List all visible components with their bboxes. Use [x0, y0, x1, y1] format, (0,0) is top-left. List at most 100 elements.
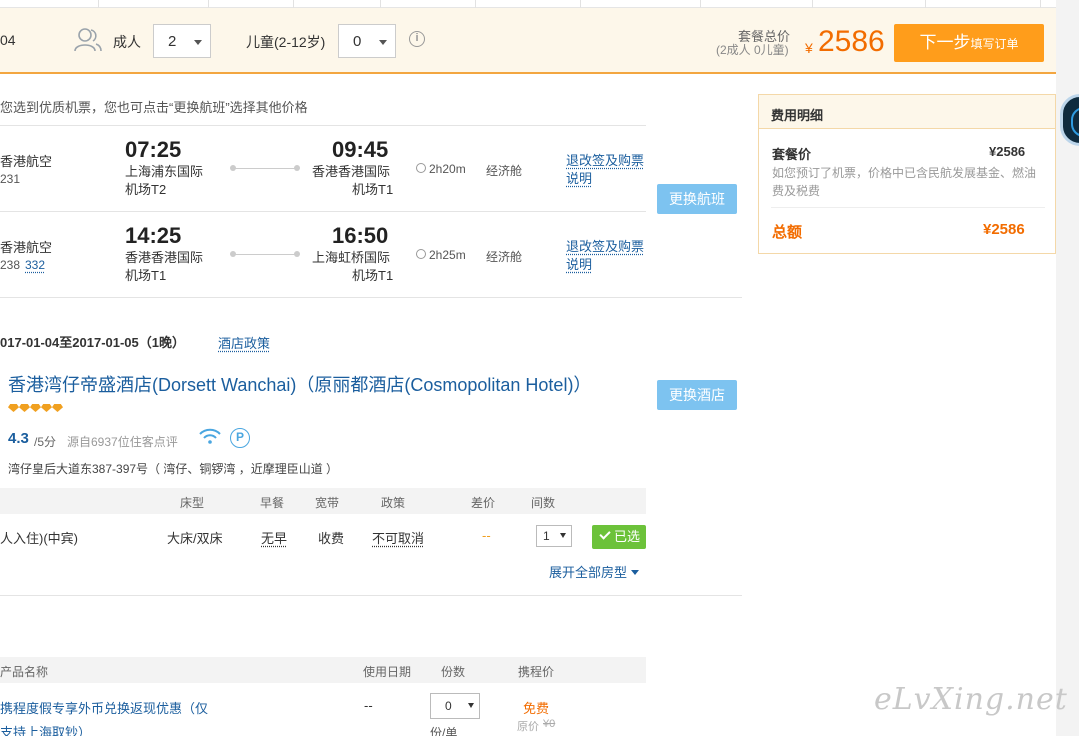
change-flight-button[interactable]: 更换航班 [657, 184, 737, 214]
arrival-airport-line2: 机场T1 [352, 181, 393, 199]
col-rooms: 间数 [531, 494, 555, 511]
booking-bar: 04 成人 2 儿童(2-12岁) 0 i 套餐总价 (2成人 0儿童) ¥ 2… [0, 8, 1056, 74]
route-line [233, 168, 297, 169]
refund-rules-link-cont[interactable]: 说明 [566, 256, 592, 274]
total-price-value: 2586 [818, 25, 885, 59]
child-count-select[interactable]: 0 [338, 24, 396, 58]
col-policy: 政策 [381, 494, 405, 511]
hotel-rating-diamonds [8, 400, 63, 415]
change-hotel-button[interactable]: 更换酒店 [657, 380, 737, 410]
col-breakfast: 早餐 [260, 494, 284, 511]
next-step-button[interactable]: 下一步填写订单 [894, 24, 1044, 62]
selected-room-button[interactable]: 已选 [592, 525, 646, 549]
extra-qty-value: 0 [445, 699, 452, 713]
col-broadband: 宽带 [315, 494, 339, 511]
departure-airport-line1: 香港香港国际 [125, 249, 203, 267]
room-price-diff: -- [482, 528, 491, 543]
divider [0, 211, 646, 212]
extra-qty-select[interactable]: 0 [430, 693, 480, 719]
departure-time: 14:25 [125, 223, 181, 249]
top-strip [0, 0, 1056, 8]
departure-airport-line2: 机场T2 [125, 181, 166, 199]
expand-label: 展开全部房型 [549, 565, 627, 580]
child-count-value: 0 [353, 33, 361, 50]
divider [0, 595, 742, 596]
hotel-address: 湾仔皇后大道东387-397号（ 湾仔、铜锣湾 ，近摩理臣山道 ） [8, 460, 338, 477]
flight-notice: 您选到优质机票，您也可点击“更换航班”选择其他价格 [0, 97, 308, 116]
clock-icon [416, 163, 426, 173]
col-date: 使用日期 [363, 663, 411, 680]
airline-name: 香港航空 [0, 151, 52, 170]
room-name: 人入住)(中宾) [0, 528, 78, 547]
total-label: 总额 [772, 221, 802, 242]
info-icon[interactable]: i [409, 31, 425, 47]
chevron-down-icon [194, 40, 202, 45]
watermark: eLvXing.net [874, 682, 1068, 717]
route-line [233, 254, 297, 255]
diamond-icon [19, 404, 30, 412]
travel-date: 04 [0, 32, 16, 48]
divider [0, 125, 646, 126]
people-icon [74, 27, 102, 53]
departure-time: 07:25 [125, 137, 181, 163]
diamond-icon [30, 404, 41, 412]
flight-duration: 2h25m [429, 248, 466, 262]
adult-label: 成人 [113, 32, 141, 52]
fee-note: 如您预订了机票，价格中已含民航发展基金、燃油费及税费 [772, 164, 1047, 200]
diamond-icon [41, 404, 52, 412]
fee-detail-panel: 费用明细 套餐价 ¥2586 如您预订了机票，价格中已含民航发展基金、燃油费及税… [758, 94, 1056, 254]
extra-price: 免费 [523, 698, 549, 717]
hotel-review-count: 源自6937位住客点评 [67, 433, 178, 450]
airline-name: 香港航空 [0, 237, 52, 256]
chevron-down-icon [468, 703, 474, 708]
divider [0, 297, 742, 298]
parking-icon: P [230, 428, 250, 448]
hotel-stay-dates: 017-01-04至2017-01-05（1晚） [0, 332, 185, 351]
room-count-select[interactable]: 1 [536, 525, 572, 547]
arrival-airport-line2: 机场T1 [352, 267, 393, 285]
expand-room-types-link[interactable]: 展开全部房型 [549, 562, 639, 581]
diamond-icon [8, 404, 19, 412]
col-qty: 份数 [441, 663, 465, 680]
hotel-policy-link[interactable]: 酒店政策 [218, 333, 270, 352]
child-label: 儿童(2-12岁) [246, 32, 325, 52]
divider [771, 207, 1045, 208]
hotel-score-max: /5分 [34, 433, 56, 450]
extra-orig-label: 原价 [517, 718, 539, 734]
arrival-airport-line1: 香港香港国际 [312, 163, 390, 181]
next-step-label: 下一步 [919, 33, 970, 52]
extra-date: -- [364, 698, 373, 713]
room-table-header: 床型 早餐 宽带 政策 差价 间数 [0, 488, 646, 514]
room-bed: 大床/双床 [167, 528, 223, 547]
package-price-label: 套餐价 [772, 144, 811, 163]
refund-rules-link[interactable]: 退改签及购票 [566, 238, 644, 256]
refund-rules-link-cont[interactable]: 说明 [566, 170, 592, 188]
hotel-score: 4.3 [8, 430, 29, 447]
chevron-down-icon [631, 570, 639, 575]
adult-count-select[interactable]: 2 [153, 24, 211, 58]
flight-number: 238 [0, 258, 20, 272]
extra-product-name[interactable]: 携程度假专享外币兑换返现优惠（仅 [0, 698, 208, 717]
room-policy-link[interactable]: 不可取消 [372, 528, 424, 547]
arrival-airport-line1: 上海虹桥国际 [312, 249, 390, 267]
col-product: 产品名称 [0, 663, 48, 680]
wifi-icon [199, 428, 221, 444]
fee-panel-title: 费用明细 [759, 95, 1055, 129]
departure-airport-line1: 上海浦东国际 [125, 163, 203, 181]
room-breakfast[interactable]: 无早 [261, 528, 287, 547]
hotel-name-link[interactable]: 香港湾仔帝盛酒店(Dorsett Wanchai)（原丽都酒店(Cosmopol… [8, 371, 591, 397]
adult-count-value: 2 [168, 33, 176, 50]
flight-number: 231 [0, 172, 20, 186]
flight-number-link[interactable]: 332 [25, 258, 45, 272]
package-price-value: ¥2586 [989, 144, 1025, 159]
extras-table-header: 产品名称 使用日期 份数 携程价 [0, 657, 646, 683]
departure-airport-line2: 机场T1 [125, 267, 166, 285]
extra-unit: 份/单 [430, 724, 457, 736]
cabin-class: 经济舱 [486, 248, 522, 265]
arrival-time: 09:45 [332, 137, 388, 163]
total-price-breakdown: (2成人 0儿童) [716, 41, 789, 58]
extra-product-name-cont[interactable]: 支持上海取钞） [0, 722, 91, 736]
currency-symbol: ¥ [805, 40, 813, 56]
col-bed: 床型 [180, 494, 204, 511]
refund-rules-link[interactable]: 退改签及购票 [566, 152, 644, 170]
